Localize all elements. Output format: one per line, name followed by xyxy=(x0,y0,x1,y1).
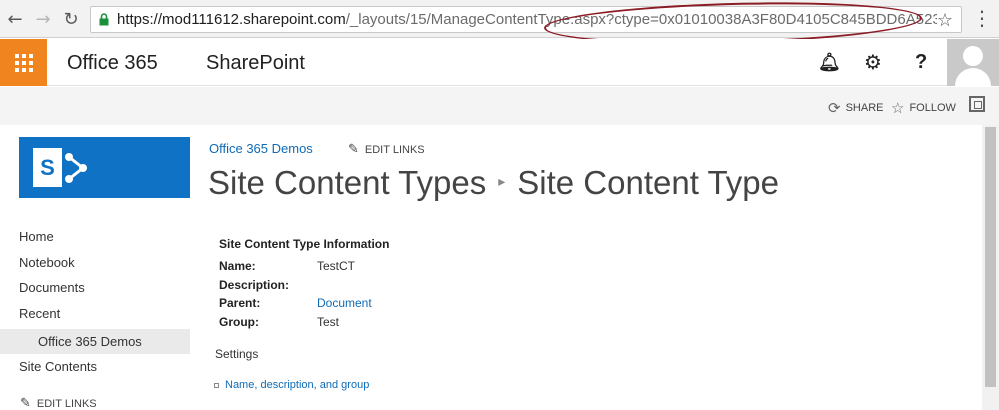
info-row: Parent: Document xyxy=(219,294,372,313)
info-key: Description: xyxy=(219,277,290,292)
logo-letter: S xyxy=(33,148,62,187)
parent-link[interactable]: Document xyxy=(317,294,372,313)
bookmark-star-icon[interactable]: ☆ xyxy=(937,10,953,31)
page-title: Site Content Types ▸ Site Content Type xyxy=(208,164,779,202)
pencil-icon: ✎ xyxy=(348,142,359,157)
bullet-icon xyxy=(214,382,219,388)
follow-label: FOLLOW xyxy=(909,102,956,114)
back-icon[interactable]: ← xyxy=(4,8,26,30)
browser-menu-icon[interactable]: ⋮ xyxy=(972,8,992,28)
info-row: Description: xyxy=(219,276,372,295)
share-label: SHARE xyxy=(845,102,884,114)
nav-item-home[interactable]: Home xyxy=(0,227,190,253)
info-heading: Site Content Type Information xyxy=(219,237,390,251)
info-table: Name: TestCT Description: Parent: Docume… xyxy=(219,257,372,331)
top-edit-links-label: EDIT LINKS xyxy=(364,143,425,156)
gear-icon[interactable]: ⚙ xyxy=(864,50,882,74)
nav-item-notebook[interactable]: Notebook xyxy=(0,253,190,279)
url-host: https://mod111612.sharepoint.com xyxy=(117,11,346,28)
info-value: Test xyxy=(317,314,340,329)
info-row: Group: Test xyxy=(219,313,372,332)
info-row: Name: TestCT xyxy=(219,257,372,276)
share-button[interactable]: ⟳ SHARE xyxy=(828,99,883,117)
forward-icon[interactable]: → xyxy=(32,8,54,30)
title-current: Site Content Type xyxy=(517,164,779,201)
site-breadcrumb-link[interactable]: Office 365 Demos xyxy=(209,141,313,156)
app-launcher-icon[interactable] xyxy=(0,39,47,86)
settings-link-label: Name, description, and group xyxy=(225,379,370,391)
info-key: Group: xyxy=(219,314,259,329)
info-value xyxy=(317,276,372,295)
pencil-icon: ✎ xyxy=(20,396,31,410)
nav-item-site-contents[interactable]: Site Contents xyxy=(0,357,190,383)
nav-item-recent[interactable]: Recent xyxy=(0,304,190,330)
brand-office365[interactable]: Office 365 xyxy=(67,52,158,75)
action-bar: ⟳ SHARE ☆ FOLLOW xyxy=(0,87,999,125)
settings-link-name-description-group[interactable]: Name, description, and group xyxy=(214,379,369,391)
info-key: Name: xyxy=(219,259,256,274)
bell-icon[interactable]: 🔔︎ xyxy=(818,52,841,73)
help-icon[interactable]: ? xyxy=(915,51,927,74)
site-logo[interactable]: S xyxy=(19,137,190,198)
scrollbar[interactable] xyxy=(982,125,999,410)
nav-edit-links[interactable]: ✎ EDIT LINKS xyxy=(20,396,97,410)
avatar[interactable] xyxy=(947,39,999,86)
nav-edit-links-label: EDIT LINKS xyxy=(36,397,97,410)
follow-button[interactable]: ☆ FOLLOW xyxy=(891,99,956,117)
settings-heading: Settings xyxy=(215,347,259,361)
nav-item-office365-demos[interactable]: Office 365 Demos xyxy=(0,329,190,354)
title-parent-link[interactable]: Site Content Types xyxy=(208,164,486,201)
suite-bar: Office 365 SharePoint 🔔︎ ⚙ ? xyxy=(0,39,999,86)
info-key: Parent: xyxy=(219,296,261,311)
nav-item-documents[interactable]: Documents xyxy=(0,278,190,304)
reload-icon[interactable]: ↻ xyxy=(60,8,82,30)
info-value: TestCT xyxy=(317,259,356,274)
top-edit-links[interactable]: ✎ EDIT LINKS xyxy=(348,142,425,157)
star-icon: ☆ xyxy=(891,99,905,117)
focus-mode-icon[interactable] xyxy=(969,96,985,112)
app-name-sharepoint[interactable]: SharePoint xyxy=(206,52,305,75)
left-navigation: Home Notebook Documents Recent Office 36… xyxy=(0,227,190,383)
share-icon: ⟳ xyxy=(828,99,841,117)
lock-icon xyxy=(99,13,109,26)
breadcrumb-separator-icon: ▸ xyxy=(498,174,506,191)
scrollbar-thumb[interactable] xyxy=(985,127,996,387)
